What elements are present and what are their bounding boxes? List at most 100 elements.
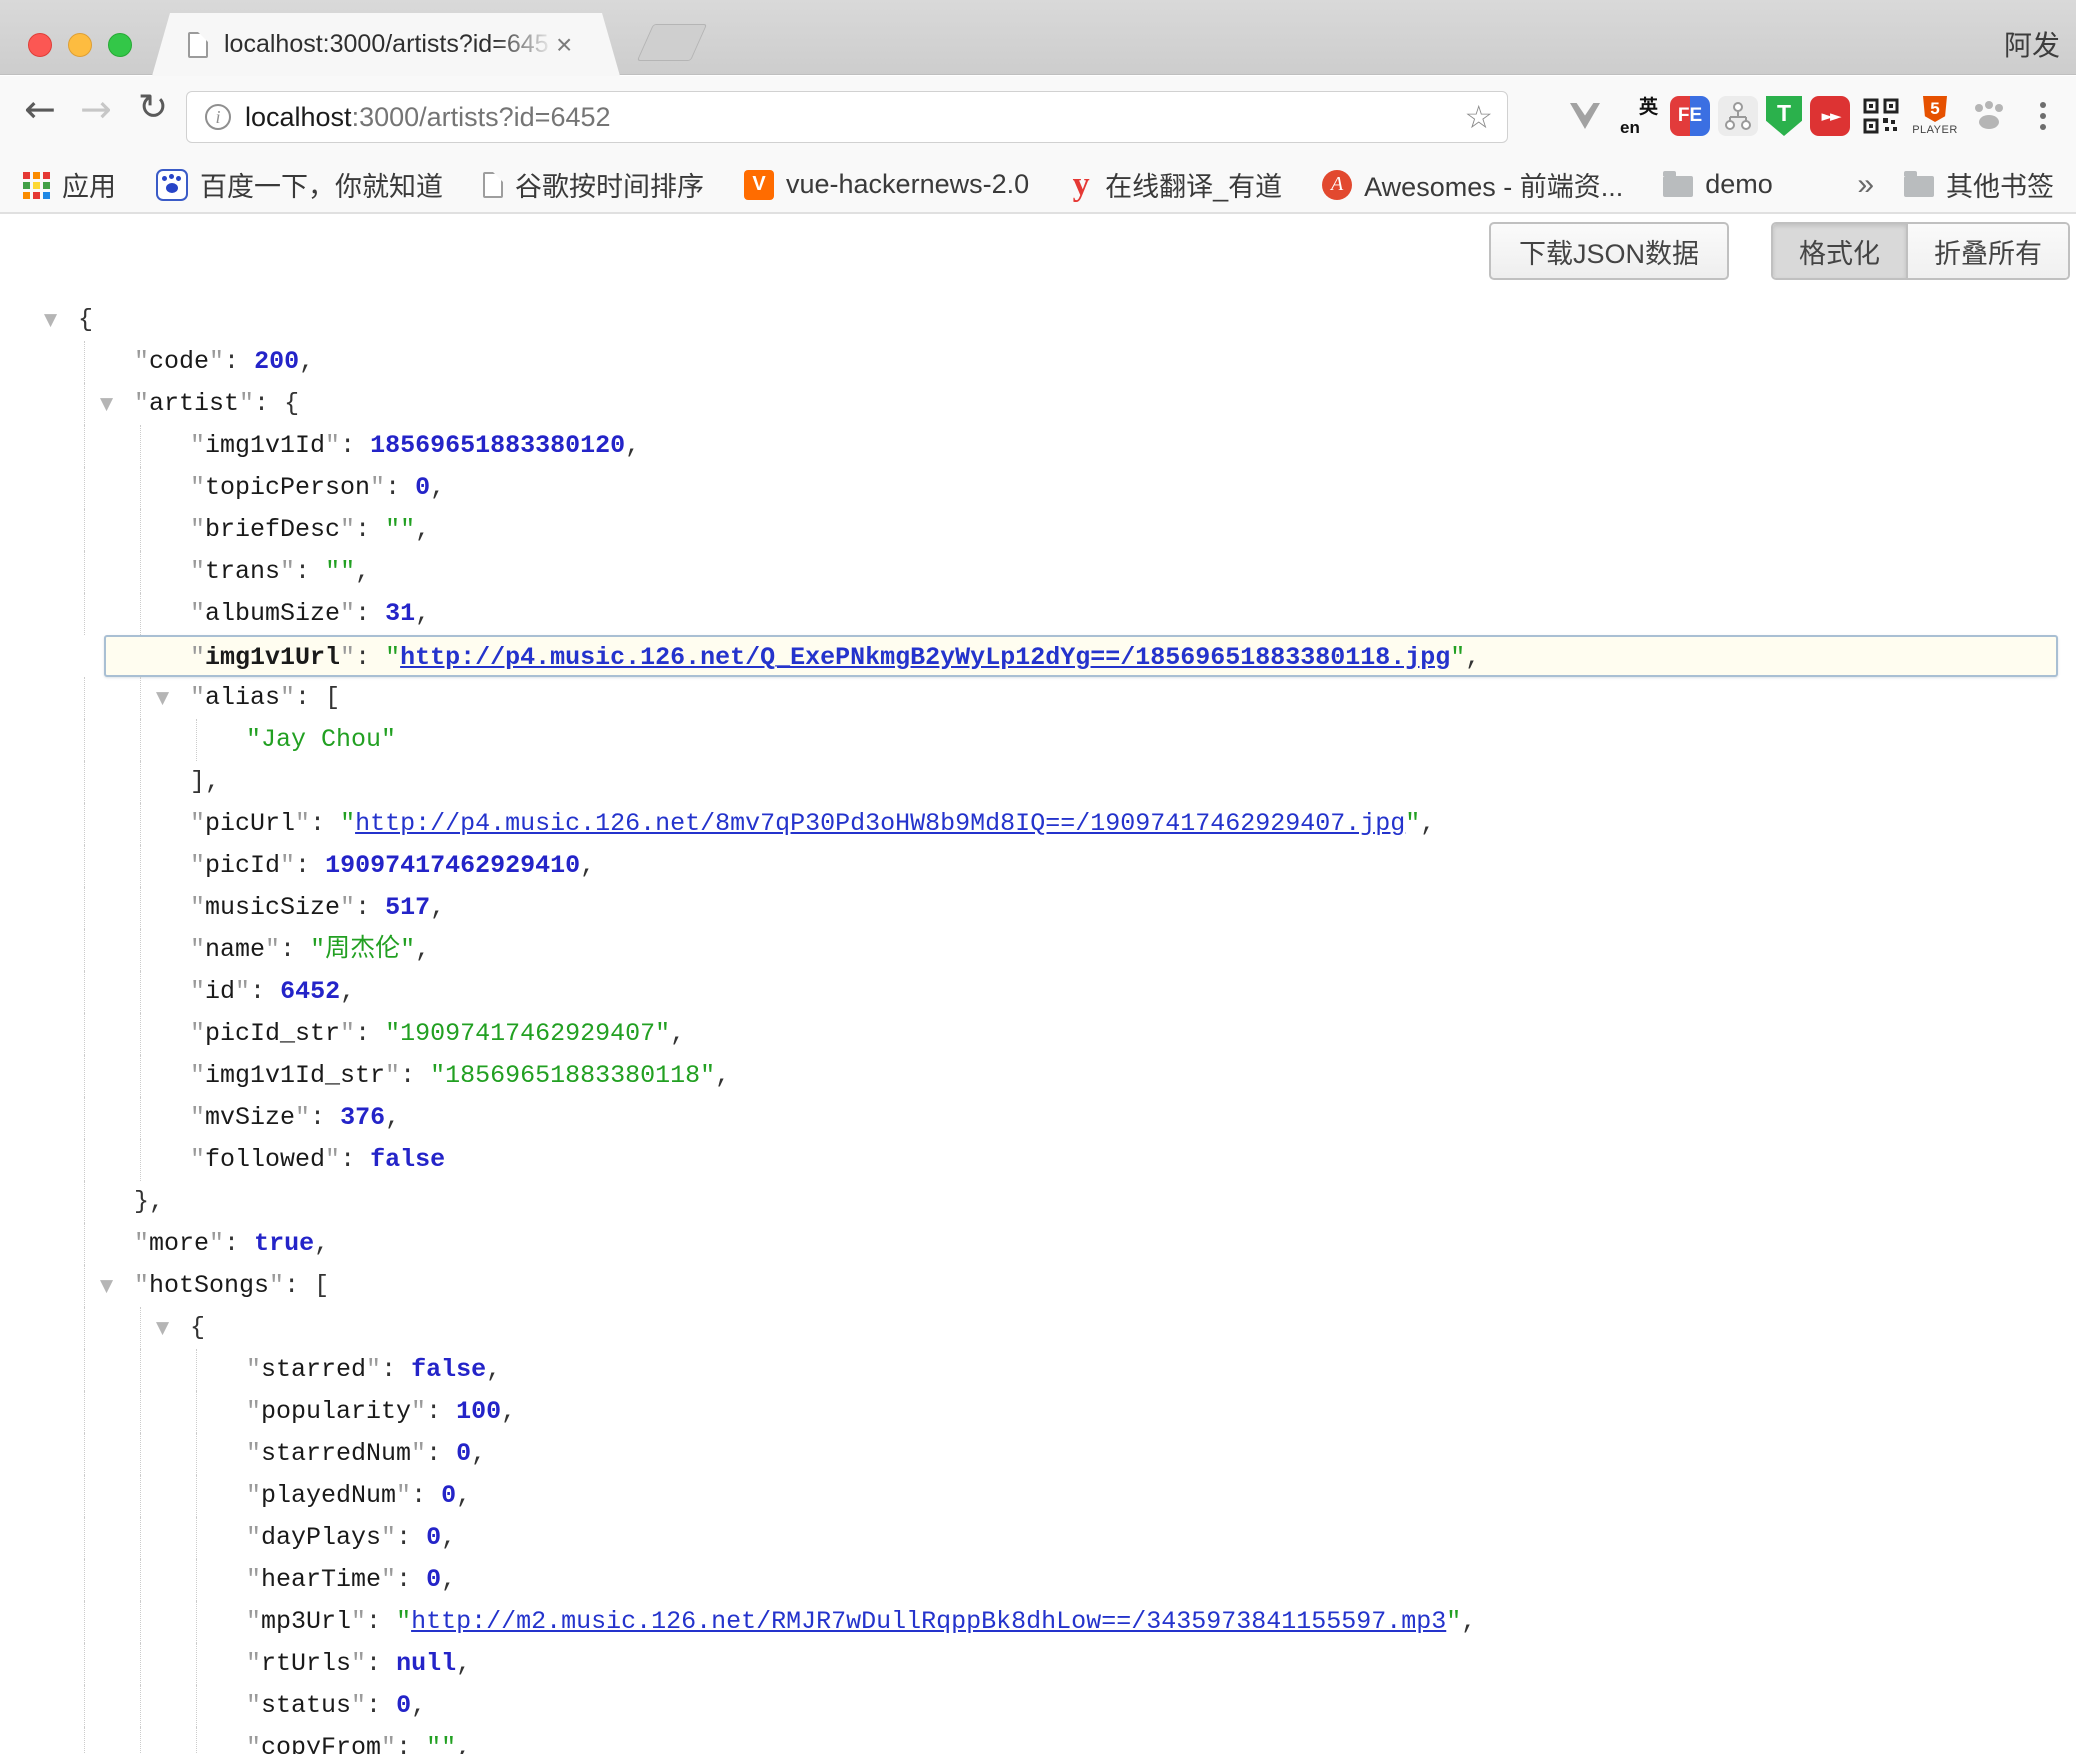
json-key-quote: " xyxy=(134,347,149,376)
fe-toolbox-icon[interactable]: FE xyxy=(1670,96,1710,136)
json-token: 517 xyxy=(385,893,430,922)
json-token: "Jay Chou" xyxy=(246,725,396,754)
json-line: ▼"artist": { xyxy=(0,383,2076,425)
json-key: name xyxy=(205,935,265,964)
json-line: "mvSize": 376, xyxy=(0,1097,2076,1139)
indent-guide xyxy=(140,761,141,803)
bookmark-item[interactable]: 百度一下，你就知道 xyxy=(156,165,443,204)
json-key-quote: " xyxy=(381,1565,396,1594)
collapse-toggle-icon[interactable]: ▼ xyxy=(100,1265,113,1307)
close-window-button[interactable] xyxy=(28,33,52,57)
minimize-window-button[interactable] xyxy=(68,33,92,57)
indent-guide xyxy=(84,719,85,761)
zoom-window-button[interactable] xyxy=(108,33,132,57)
json-key: playedNum xyxy=(261,1481,396,1510)
collapse-toggle-icon[interactable]: ▼ xyxy=(44,299,57,341)
json-token: { xyxy=(284,389,299,418)
sitemap-icon[interactable] xyxy=(1718,96,1758,136)
json-key-quote: " xyxy=(340,643,355,672)
json-token: 18569651883380120 xyxy=(370,431,625,460)
indent-guide xyxy=(196,1727,197,1754)
json-key: hotSongs xyxy=(149,1271,269,1300)
indent-guide xyxy=(196,1349,197,1391)
tab-close-icon[interactable]: × xyxy=(556,31,572,59)
json-key-quote: " xyxy=(340,1019,355,1048)
json-token: [ xyxy=(325,683,340,712)
indent-guide xyxy=(84,1265,85,1307)
collapse-toggle-icon[interactable]: ▼ xyxy=(100,383,113,425)
json-key-quote: " xyxy=(190,977,205,1006)
json-key-quote: " xyxy=(134,389,149,418)
download-json-button[interactable]: 下载JSON数据 xyxy=(1489,222,1729,280)
reload-button[interactable]: ↻ xyxy=(138,90,168,126)
other-bookmarks-folder[interactable]: 其他书签 xyxy=(1904,165,2054,204)
indent-guide xyxy=(84,1433,85,1475)
json-key: alias xyxy=(205,683,280,712)
bookmark-item[interactable]: AAwesomes - 前端资... xyxy=(1322,165,1623,204)
json-colon: : xyxy=(396,1523,426,1552)
json-key: more xyxy=(149,1229,209,1258)
json-url-link[interactable]: http://p4.music.126.net/8mv7qP30Pd3oHW8b… xyxy=(355,809,1405,838)
json-token: , xyxy=(441,1565,456,1594)
bookmarks-overflow-chevron[interactable]: » xyxy=(1857,168,1874,202)
back-button[interactable]: ← xyxy=(24,90,56,128)
json-token: , xyxy=(430,893,445,922)
json-colon: : xyxy=(385,473,415,502)
url-text[interactable]: localhost:3000/artists?id=6452 xyxy=(245,102,611,133)
bookmark-item[interactable]: 谷歌按时间排序 xyxy=(483,165,704,204)
bookmark-item[interactable]: 应用 xyxy=(22,165,116,204)
json-key-quote: " xyxy=(134,1271,149,1300)
vue-devtools-icon[interactable] xyxy=(1562,86,1608,146)
bookmark-item[interactable]: y在线翻译_有道 xyxy=(1069,165,1282,204)
json-token: , xyxy=(299,347,314,376)
indent-guide xyxy=(84,1181,85,1223)
json-token: 0 xyxy=(426,1523,441,1552)
bookmark-item[interactable]: demo xyxy=(1663,169,1773,200)
json-line: "Jay Chou" xyxy=(0,719,2076,761)
collapse-toggle-icon[interactable]: ▼ xyxy=(156,1307,169,1349)
json-line: "id": 6452, xyxy=(0,971,2076,1013)
bookmark-star-icon[interactable]: ☆ xyxy=(1464,101,1493,133)
json-line: "code": 200, xyxy=(0,341,2076,383)
json-token: " xyxy=(396,1607,411,1636)
json-key-quote: " xyxy=(239,389,254,418)
profile-name[interactable]: 阿发 xyxy=(2004,24,2060,64)
html5-player-icon[interactable]: 5 PLAYER xyxy=(1912,86,1958,146)
tampermonkey-icon[interactable]: T xyxy=(1766,96,1802,136)
translate-icon[interactable]: 英 en xyxy=(1616,86,1662,146)
indent-guide xyxy=(84,677,85,719)
bookmark-item[interactable]: Vvue-hackernews-2.0 xyxy=(744,169,1029,200)
json-key-quote: " xyxy=(351,1649,366,1678)
browser-tab[interactable]: localhost:3000/artists?id=645 × xyxy=(152,13,620,76)
json-line: "followed": false xyxy=(0,1139,2076,1181)
site-info-icon[interactable]: i xyxy=(205,104,231,130)
json-colon: : xyxy=(400,1061,430,1090)
json-key-quote: " xyxy=(246,1439,261,1468)
url-host: localhost xyxy=(245,102,352,132)
collapse-all-button[interactable]: 折叠所有 xyxy=(1906,224,2068,278)
new-tab-button[interactable] xyxy=(637,24,707,61)
paw-icon[interactable] xyxy=(1966,86,2012,146)
indent-guide xyxy=(84,1391,85,1433)
json-token: false xyxy=(370,1145,445,1174)
video-speed-icon[interactable]: ►► xyxy=(1810,96,1850,136)
json-colon: : xyxy=(411,1481,441,1510)
indent-guide xyxy=(84,509,85,551)
address-bar[interactable]: i localhost:3000/artists?id=6452 ☆ xyxy=(186,91,1508,143)
json-key-quote: " xyxy=(190,557,205,586)
json-key-quote: " xyxy=(325,431,340,460)
qr-code-icon[interactable] xyxy=(1858,86,1904,146)
json-key-quote: " xyxy=(209,347,224,376)
format-button[interactable]: 格式化 xyxy=(1773,224,1906,278)
browser-menu-icon[interactable] xyxy=(2020,86,2066,146)
json-url-link[interactable]: http://p4.music.126.net/Q_ExePNkmgB2yWyL… xyxy=(400,643,1450,672)
json-colon: : xyxy=(254,389,284,418)
collapse-toggle-icon[interactable]: ▼ xyxy=(156,677,169,719)
json-tree: ▼{"code": 200,▼"artist": {"img1v1Id": 18… xyxy=(0,299,2076,1754)
json-line: "trans": "", xyxy=(0,551,2076,593)
indent-guide xyxy=(84,593,85,635)
json-colon: : xyxy=(224,347,254,376)
json-key: status xyxy=(261,1691,351,1720)
json-url-link[interactable]: http://m2.music.126.net/RMJR7wDullRqppBk… xyxy=(411,1607,1446,1636)
json-line[interactable]: "img1v1Url": "http://p4.music.126.net/Q_… xyxy=(104,635,2058,677)
